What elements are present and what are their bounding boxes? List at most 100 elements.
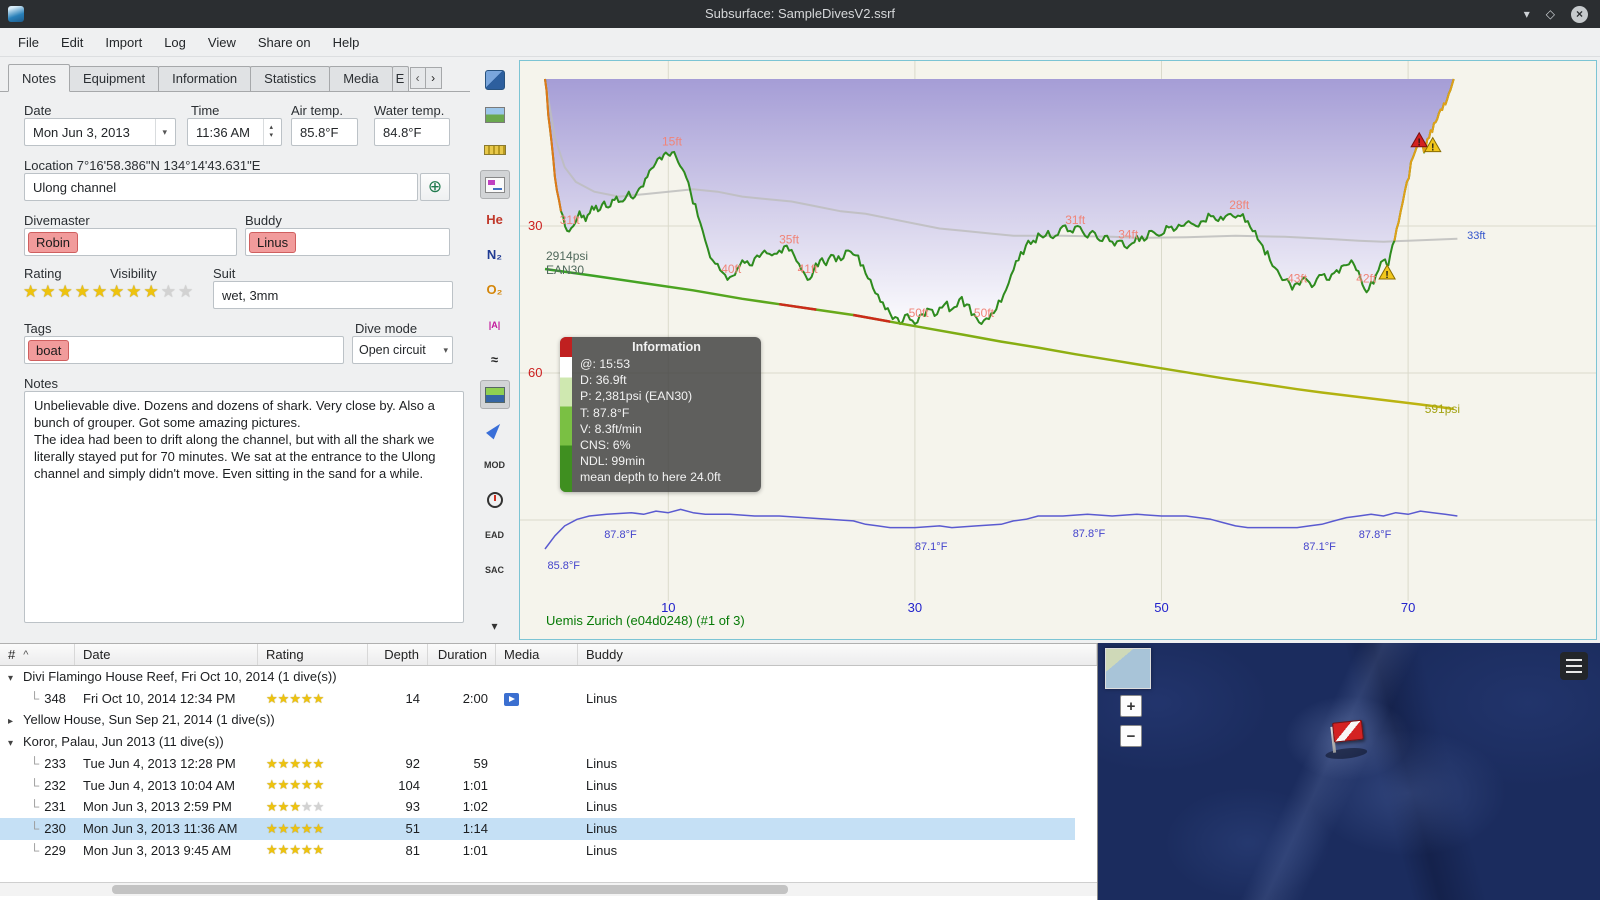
column-header-duration[interactable]: Duration [428,644,496,665]
dive-computer-icon[interactable] [480,65,510,94]
star-icon[interactable]: ★ [278,691,290,706]
star-icon[interactable]: ★ [289,691,301,706]
star-icon[interactable]: ★ [40,283,55,300]
toolbar-scroll-down-icon[interactable]: ▾ [491,619,497,633]
trip-row[interactable]: ▾ Divi Flamingo House Reef, Fri Oct 10, 2… [0,666,1075,688]
star-icon[interactable]: ★ [278,756,290,771]
tab-information[interactable]: Information [158,66,252,91]
star-icon[interactable]: ★ [278,821,290,836]
star-icon[interactable]: ★ [266,756,278,771]
tags-input[interactable]: boat [24,336,344,364]
expand-icon[interactable]: ▸ [8,711,23,733]
column-header-depth[interactable]: Depth [368,644,428,665]
notes-textarea[interactable]: Unbelievable dive. Dozens and dozens of … [24,391,464,623]
spin-up-icon[interactable]: ▴ [269,124,273,132]
time-input[interactable]: 11:36 AM ▴ ▾ [187,118,282,146]
star-icon[interactable]: ★ [266,821,278,836]
map-widget[interactable]: + − [1097,643,1600,900]
star-icon[interactable]: ★ [161,283,176,300]
star-icon[interactable]: ★ [289,777,301,792]
star-icon[interactable]: ★ [301,777,313,792]
star-icon[interactable]: ★ [266,842,278,857]
tag-boat[interactable]: boat [28,339,70,361]
menu-item-help[interactable]: Help [323,31,370,54]
pp-he-icon[interactable]: He [480,205,510,234]
star-icon[interactable]: ★ [178,283,193,300]
star-icon[interactable]: ★ [301,821,313,836]
globe-button[interactable]: ⊕ [420,173,450,201]
column-header-rating[interactable]: Rating [258,644,368,665]
date-input[interactable]: Mon Jun 3, 2013 ▾ [24,118,176,146]
column-header-buddy[interactable]: Buddy [578,644,1097,665]
trip-row[interactable]: ▸ Yellow House, Sun Sep 21, 2014 (1 dive(… [0,709,1075,731]
menu-item-import[interactable]: Import [95,31,152,54]
star-icon[interactable]: ★ [301,842,313,857]
divemaster-input[interactable]: Robin [24,228,237,256]
mod-icon[interactable]: MOD [480,450,510,479]
minimize-button[interactable]: ▾ [1524,7,1530,21]
scrollbar-thumb[interactable] [112,885,788,894]
star-icon[interactable]: ★ [289,821,301,836]
annotate-pen-icon[interactable] [480,415,510,444]
star-icon[interactable]: ★ [313,691,325,706]
trip-row[interactable]: ▾ Koror, Palau, Jun 2013 (11 dive(s)) [0,731,1075,753]
star-icon[interactable]: ★ [301,756,313,771]
column-header-date[interactable]: Date [75,644,258,665]
dive-row[interactable]: └ 229 Mon Jun 3, 2013 9:45 AM ★★★★★ 81 1:01 Li… [0,840,1075,862]
star-icon[interactable]: ★ [266,799,278,814]
menu-item-edit[interactable]: Edit [51,31,93,54]
star-icon[interactable]: ★ [266,777,278,792]
star-icon[interactable]: ★ [266,691,278,706]
toggle-infobox-icon[interactable] [479,170,510,199]
dive-row[interactable]: └ 231 Mon Jun 3, 2013 2:59 PM ★★★★★ 93 1:02 Li… [0,796,1075,818]
tab-notes[interactable]: Notes [8,64,70,92]
star-icon[interactable]: ★ [313,799,325,814]
pp-o2-icon[interactable]: O₂ [480,275,510,304]
ceiling-icon[interactable]: |A| [480,310,510,339]
buddy-input[interactable]: Linus [245,228,450,256]
time-spinner[interactable]: ▴ ▾ [263,119,273,145]
map-zoom-out-button[interactable]: − [1120,725,1142,747]
star-icon[interactable]: ★ [58,283,73,300]
star-icon[interactable]: ★ [278,842,290,857]
maximize-button[interactable]: ◇ [1546,7,1555,21]
water-temp-input[interactable]: 84.8°F [374,118,450,146]
menu-item-share-on[interactable]: Share on [248,31,321,54]
visibility-stars[interactable]: ★ ★ ★ ★ ★ [109,283,193,300]
star-icon[interactable]: ★ [313,756,325,771]
collapse-icon[interactable]: ▾ [8,733,23,755]
heart-rate-icon[interactable]: ≈ [480,345,510,374]
tab-media[interactable]: Media [329,66,393,91]
show-photos-icon[interactable] [480,100,510,129]
ead-icon[interactable]: EAD [480,520,510,549]
dive-profile-panel[interactable]: 31ft 15ft 40ft 35ft 41ft 50ft 50ft 31ft 34ft 28ft… [519,60,1597,640]
star-icon[interactable]: ★ [278,777,290,792]
tab-statistics[interactable]: Statistics [250,66,331,91]
sac-icon[interactable]: SAC [480,555,510,584]
star-icon[interactable]: ★ [313,842,325,857]
dive-row[interactable]: └ 232 Tue Jun 4, 2013 10:04 AM ★★★★★ 104 1:01… [0,774,1075,796]
menu-item-file[interactable]: File [8,31,49,54]
spin-down-icon[interactable]: ▾ [269,132,273,140]
map-menu-button[interactable] [1560,652,1588,680]
pp-n2-icon[interactable]: N₂ [480,240,510,269]
star-icon[interactable]: ★ [313,821,325,836]
column-header-num[interactable]: # ^ [0,644,75,665]
star-icon[interactable]: ★ [75,283,90,300]
collapse-icon[interactable]: ▾ [8,668,23,690]
menu-item-log[interactable]: Log [154,31,196,54]
column-header-media[interactable]: Media [496,644,578,665]
dive-mode-select[interactable]: Open circuit ▾ [352,336,453,364]
rating-stars[interactable]: ★ ★ ★ ★ ★ [23,283,107,300]
tab-e[interactable]: E [391,66,409,91]
star-icon[interactable]: ★ [109,283,124,300]
tab-scroll-left-icon[interactable]: ‹ [409,67,426,89]
star-icon[interactable]: ★ [289,799,301,814]
star-icon[interactable]: ★ [289,842,301,857]
location-input[interactable]: Ulong channel [24,173,418,201]
close-button[interactable]: × [1571,5,1588,23]
tab-scroll-right-icon[interactable]: › [425,67,442,89]
star-icon[interactable]: ★ [126,283,141,300]
media-icon[interactable] [504,693,519,707]
star-icon[interactable]: ★ [289,756,301,771]
